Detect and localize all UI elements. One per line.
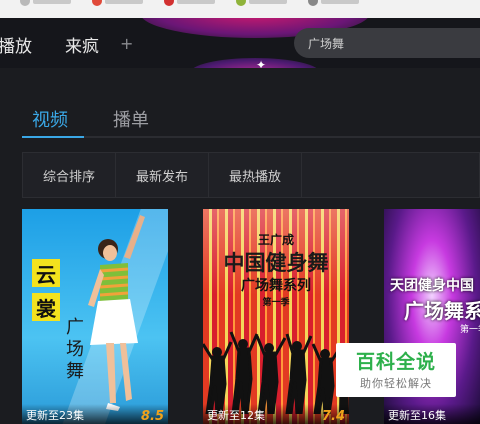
tab-playlists[interactable]: 播单	[113, 106, 149, 132]
rating-score: 7.4	[321, 409, 345, 424]
poster-subtitle: 广场舞系	[404, 299, 480, 323]
sort-bar: 综合排序 最新发布 最热播放	[22, 152, 480, 198]
video-card[interactable]: 王广成 中国健身舞 广场舞系列 第一季 更新至12集 7.4	[203, 209, 349, 424]
sort-latest[interactable]: 最新发布	[116, 153, 210, 197]
episode-count: 更新至16集	[388, 409, 446, 422]
search-box[interactable]	[294, 28, 480, 58]
tab-underline	[22, 136, 480, 138]
browser-tab[interactable]	[20, 0, 78, 8]
top-nav: ✦ 播放 来疯 +	[0, 18, 480, 68]
video-card[interactable]: 云 裳 广场舞 更新至23集 8.5	[22, 209, 168, 424]
poster-title: 中国健身舞	[223, 251, 329, 275]
sort-comprehensive[interactable]: 综合排序	[23, 153, 117, 197]
poster-author: 王广成	[257, 233, 294, 247]
browser-tab-strip	[0, 0, 480, 18]
poster-title: 天团健身中国	[390, 278, 474, 294]
dancers-silhouette	[203, 331, 349, 414]
page: ✦ 播放 来疯 + 视频 播单 综合排序 最新发布 最热播放 云 裳 广场舞	[0, 0, 480, 424]
poster-subtitle: 广场舞系列	[241, 278, 311, 294]
nav-banner-glow	[190, 58, 320, 68]
browser-tab[interactable]	[164, 0, 222, 8]
episode-count: 更新至23集	[26, 409, 84, 422]
dancer-figure	[88, 215, 145, 411]
search-input[interactable]	[308, 36, 468, 50]
video-poster[interactable]: 王广成 中国健身舞 广场舞系列 第一季	[203, 209, 349, 424]
sparkle-icon: ✦	[256, 58, 267, 68]
browser-tab[interactable]	[92, 0, 150, 8]
watermark-title: 百科全说	[355, 351, 436, 373]
poster-char: 云	[32, 259, 60, 287]
browser-tab[interactable]	[236, 0, 294, 8]
sort-hottest[interactable]: 最热播放	[209, 153, 303, 197]
browser-tab[interactable]	[308, 0, 366, 8]
add-icon[interactable]: +	[120, 34, 133, 53]
watermark-logo: 百科全说 助你轻松解决	[336, 343, 456, 397]
nav-link-play[interactable]: 播放	[0, 32, 32, 57]
tab-active-indicator	[22, 136, 84, 138]
poster-season: 第一季	[460, 325, 480, 335]
episode-count: 更新至12集	[207, 409, 265, 422]
rating-score: 8.5	[140, 409, 164, 424]
watermark-subtitle: 助你轻松解决	[360, 377, 432, 390]
poster-char: 裳	[32, 293, 60, 321]
poster-season: 第一季	[262, 298, 290, 308]
tab-videos[interactable]: 视频	[32, 106, 68, 132]
video-poster[interactable]: 云 裳 广场舞	[22, 209, 168, 424]
nav-link-laifeng[interactable]: 来疯	[65, 32, 99, 57]
